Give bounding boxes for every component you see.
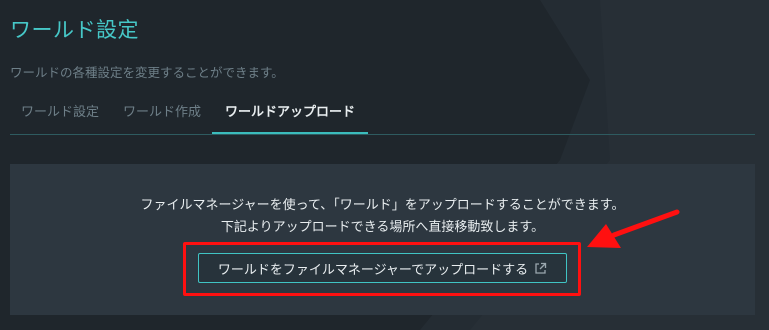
tab-world-settings[interactable]: ワールド設定: [10, 98, 110, 133]
tab-world-create[interactable]: ワールド作成: [112, 98, 212, 133]
tab-world-upload[interactable]: ワールドアップロード: [212, 98, 368, 134]
page-title: ワールド設定: [10, 18, 139, 42]
page-subtitle: ワールドの各種設定を変更することができます。: [10, 65, 284, 80]
highlight-box: [183, 242, 581, 296]
upload-description-line1: ファイルマネージャーを使って、「ワールド」をアップロードすることができます。: [140, 198, 625, 213]
tab-bar: ワールド設定 ワールド作成 ワールドアップロード: [10, 98, 755, 135]
upload-description-line2: 下記よりアップロードできる場所へ直接移動致します。: [220, 220, 545, 235]
